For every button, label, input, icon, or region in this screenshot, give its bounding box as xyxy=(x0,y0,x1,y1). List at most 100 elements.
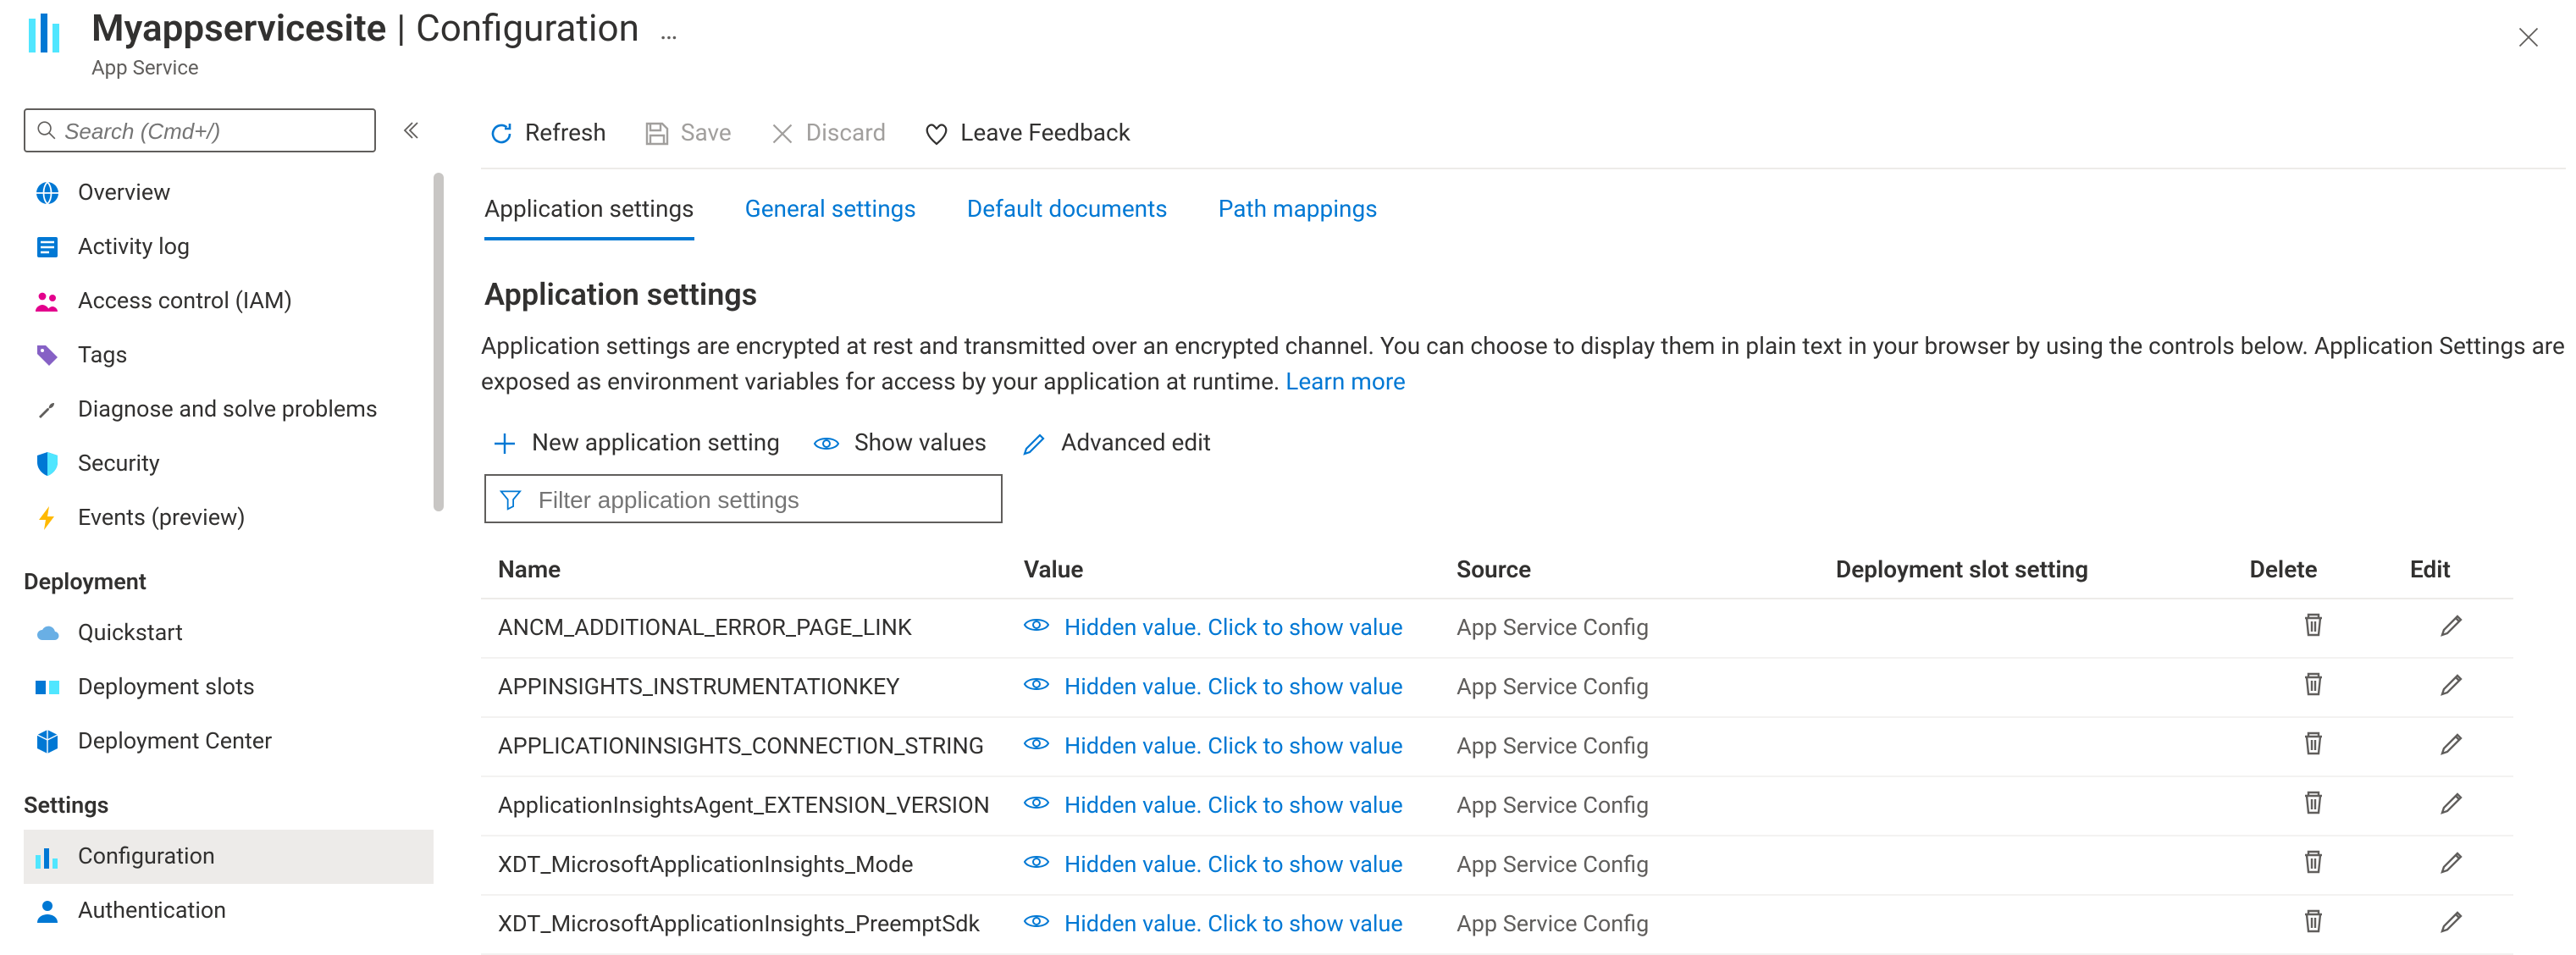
eye-icon xyxy=(1024,908,1051,941)
edit-row-button[interactable] xyxy=(2440,611,2467,638)
show-value-link[interactable]: Hidden value. Click to show value xyxy=(1024,789,1423,823)
column-header-source[interactable]: Source xyxy=(1440,544,1819,599)
sidebar-item-access-control-iam-[interactable]: Access control (IAM) xyxy=(24,274,434,328)
hidden-value-text: Hidden value. Click to show value xyxy=(1064,911,1403,938)
eye-icon xyxy=(1024,611,1051,645)
cell-slot xyxy=(1819,717,2233,776)
log-icon xyxy=(34,234,61,261)
cell-slot xyxy=(1819,836,2233,895)
cell-edit xyxy=(2393,836,2513,895)
eye-icon xyxy=(1024,789,1051,823)
section-title: Application settings xyxy=(484,279,2566,314)
page-title-section: Configuration xyxy=(416,8,639,51)
tab-application-settings[interactable]: Application settings xyxy=(484,197,694,241)
refresh-button[interactable]: Refresh xyxy=(488,119,606,146)
cell-source: App Service Config xyxy=(1440,895,1819,954)
sidebar-item-events-preview-[interactable]: Events (preview) xyxy=(24,491,434,545)
tag-icon xyxy=(34,342,61,369)
refresh-icon xyxy=(488,119,515,146)
show-value-link[interactable]: Hidden value. Click to show value xyxy=(1024,848,1423,882)
column-header-slot[interactable]: Deployment slot setting xyxy=(1819,544,2233,599)
table-row: APPINSIGHTS_INSTRUMENTATIONKEYHidden val… xyxy=(481,658,2513,717)
sidebar-item-diagnose-and-solve-problems[interactable]: Diagnose and solve problems xyxy=(24,383,434,437)
sidebar-item-authentication[interactable]: Authentication xyxy=(24,884,434,938)
show-value-link[interactable]: Hidden value. Click to show value xyxy=(1024,908,1423,941)
cell-value: Hidden value. Click to show value xyxy=(1007,836,1440,895)
filter-settings-input[interactable] xyxy=(539,485,987,512)
new-application-setting-button[interactable]: New application setting xyxy=(491,430,780,457)
page-title-main: Myappservicesite xyxy=(91,8,386,51)
command-bar: Refresh Save Discard xyxy=(481,98,2566,170)
show-value-link[interactable]: Hidden value. Click to show value xyxy=(1024,671,1423,704)
discard-label: Discard xyxy=(806,119,887,146)
tab-path-mappings[interactable]: Path mappings xyxy=(1219,197,1378,241)
cloud-icon xyxy=(34,620,61,647)
sidebar-item-overview[interactable]: Overview xyxy=(24,166,434,220)
globe-icon xyxy=(34,179,61,207)
application-settings-table: Name Value Source Deployment slot settin… xyxy=(481,544,2513,955)
column-header-edit: Edit xyxy=(2393,544,2513,599)
edit-row-button[interactable] xyxy=(2440,908,2467,935)
show-values-button[interactable]: Show values xyxy=(814,430,987,457)
delete-row-button[interactable] xyxy=(2299,730,2326,757)
sidebar-item-tags[interactable]: Tags xyxy=(24,328,434,383)
show-value-link[interactable]: Hidden value. Click to show value xyxy=(1024,611,1423,645)
sidebar-item-label: Deployment slots xyxy=(78,674,255,701)
edit-row-button[interactable] xyxy=(2440,848,2467,875)
people-icon xyxy=(34,288,61,315)
column-header-value[interactable]: Value xyxy=(1007,544,1440,599)
eye-icon xyxy=(1024,671,1051,704)
delete-row-button[interactable] xyxy=(2299,908,2326,935)
sidebar-search-input[interactable] xyxy=(58,118,364,143)
collapse-sidebar-button[interactable] xyxy=(400,120,420,141)
feedback-label: Leave Feedback xyxy=(960,119,1130,146)
learn-more-link[interactable]: Learn more xyxy=(1285,368,1406,395)
cell-value: Hidden value. Click to show value xyxy=(1007,776,1440,836)
pencil-icon xyxy=(1020,430,1048,457)
delete-row-button[interactable] xyxy=(2299,671,2326,698)
more-actions-button[interactable]: … xyxy=(650,7,688,52)
close-blade-button[interactable] xyxy=(2512,20,2546,54)
sidebar-search[interactable] xyxy=(24,108,376,152)
sidebar-item-security[interactable]: Security xyxy=(24,437,434,491)
cell-name: APPLICATIONINSIGHTS_CONNECTION_STRING xyxy=(481,717,1007,776)
save-icon xyxy=(644,119,671,146)
hidden-value-text: Hidden value. Click to show value xyxy=(1064,792,1403,820)
cell-slot xyxy=(1819,895,2233,954)
bars-icon xyxy=(34,843,61,870)
sidebar-item-quickstart[interactable]: Quickstart xyxy=(24,606,434,660)
delete-row-button[interactable] xyxy=(2299,848,2326,875)
cell-delete xyxy=(2233,599,2393,658)
show-value-link[interactable]: Hidden value. Click to show value xyxy=(1024,730,1423,764)
heart-icon xyxy=(923,119,950,146)
edit-row-button[interactable] xyxy=(2440,789,2467,816)
cell-edit xyxy=(2393,717,2513,776)
sidebar-scrollbar[interactable] xyxy=(434,173,444,511)
delete-row-button[interactable] xyxy=(2299,789,2326,816)
filter-settings[interactable] xyxy=(484,474,1003,523)
eye-icon xyxy=(1024,848,1051,882)
table-row: APPLICATIONINSIGHTS_CONNECTION_STRING Hid… xyxy=(481,717,2513,776)
hidden-value-text: Hidden value. Click to show value xyxy=(1064,615,1403,642)
leave-feedback-button[interactable]: Leave Feedback xyxy=(923,119,1130,146)
cell-edit xyxy=(2393,599,2513,658)
edit-row-button[interactable] xyxy=(2440,671,2467,698)
sidebar-item-activity-log[interactable]: Activity log xyxy=(24,220,434,274)
column-header-name[interactable]: Name xyxy=(481,544,1007,599)
person-icon xyxy=(34,897,61,925)
tab-general-settings[interactable]: General settings xyxy=(745,197,916,241)
tab-default-documents[interactable]: Default documents xyxy=(967,197,1168,241)
sidebar-item-deployment-slots[interactable]: Deployment slots xyxy=(24,660,434,715)
cell-delete xyxy=(2233,658,2393,717)
hidden-value-text: Hidden value. Click to show value xyxy=(1064,674,1403,701)
edit-row-button[interactable] xyxy=(2440,730,2467,757)
cell-name: ApplicationInsightsAgent_EXTENSION_VERSI… xyxy=(481,776,1007,836)
cell-edit xyxy=(2393,658,2513,717)
cell-name: ANCM_ADDITIONAL_ERROR_PAGE_LINK xyxy=(481,599,1007,658)
advanced-edit-button[interactable]: Advanced edit xyxy=(1020,430,1211,457)
sidebar-item-configuration[interactable]: Configuration xyxy=(24,830,434,884)
sidebar-item-deployment-center[interactable]: Deployment Center xyxy=(24,715,434,769)
delete-row-button[interactable] xyxy=(2299,611,2326,638)
save-button: Save xyxy=(644,119,732,146)
tabs: Application settings General settings Defa… xyxy=(481,170,2566,241)
